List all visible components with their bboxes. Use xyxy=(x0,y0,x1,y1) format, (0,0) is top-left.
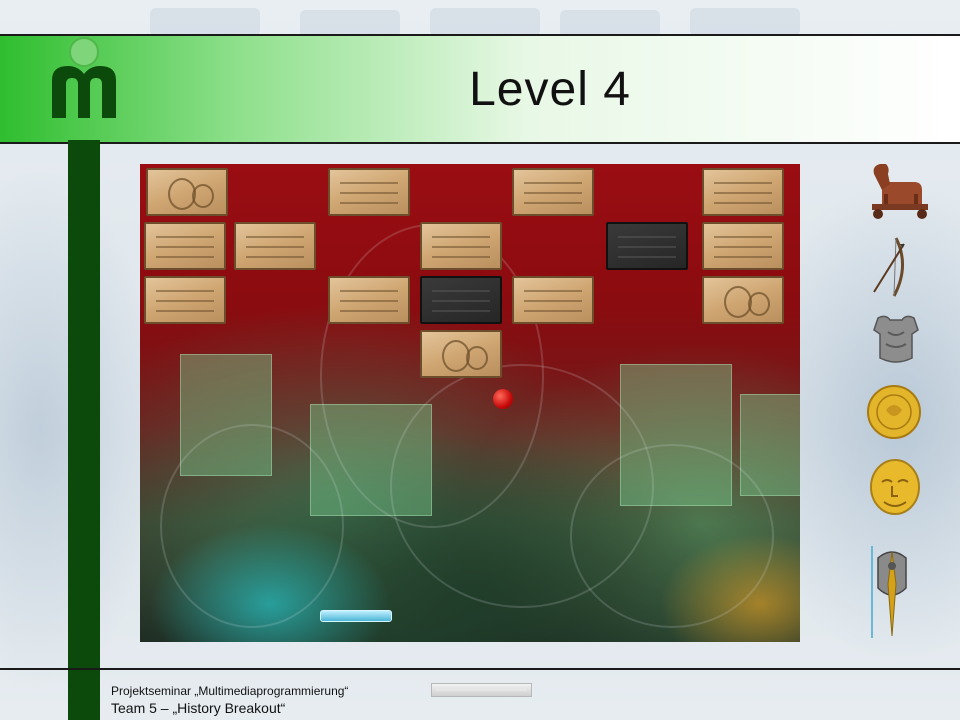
brick[interactable] xyxy=(512,276,594,324)
trojan-horse-icon xyxy=(864,160,932,222)
brick-texture-line xyxy=(340,300,398,302)
brick-texture-line xyxy=(156,290,214,292)
brick[interactable] xyxy=(606,222,688,270)
smoke-swirl xyxy=(570,444,774,628)
brick[interactable] xyxy=(144,276,226,324)
brick[interactable] xyxy=(146,168,228,216)
brick[interactable] xyxy=(702,276,784,324)
brick-texture-line xyxy=(340,202,398,204)
brick-texture-line xyxy=(524,202,582,204)
footer-team-text: Team 5 – „History Breakout“ xyxy=(111,700,286,716)
game-area[interactable] xyxy=(140,164,800,642)
brick-texture-line xyxy=(524,290,582,292)
brick-texture-line xyxy=(246,236,304,238)
brick-texture-line xyxy=(156,310,214,312)
brick-texture-line xyxy=(714,256,772,258)
brick-texture-line xyxy=(340,310,398,312)
brick-texture-line xyxy=(714,202,772,204)
gold-coin-icon xyxy=(866,384,922,440)
brick-texture-line xyxy=(340,192,398,194)
footer-divider xyxy=(0,668,960,670)
brick-texture-line xyxy=(714,192,772,194)
brick-texture-line xyxy=(432,236,490,238)
brick-texture-line xyxy=(524,182,582,184)
bow-icon xyxy=(870,236,910,298)
brick[interactable] xyxy=(328,276,410,324)
brick-texture-line xyxy=(618,246,676,248)
brick-texture-line xyxy=(246,246,304,248)
brick[interactable] xyxy=(702,222,784,270)
brick[interactable] xyxy=(234,222,316,270)
brick-texture-line xyxy=(618,236,676,238)
relief-figure xyxy=(466,346,488,370)
brick-texture-line xyxy=(714,236,772,238)
brick-texture-line xyxy=(246,256,304,258)
brick-texture-line xyxy=(432,300,490,302)
background-tile xyxy=(690,8,800,36)
page-title: Level 4 xyxy=(469,63,631,116)
brick[interactable] xyxy=(420,222,502,270)
game-paddle[interactable] xyxy=(320,610,392,622)
background-tile xyxy=(150,8,260,36)
shield-sword-icon xyxy=(870,544,914,640)
brick-texture-line xyxy=(524,310,582,312)
brick-texture-line xyxy=(156,246,214,248)
brick-texture-line xyxy=(340,182,398,184)
brick-texture-line xyxy=(618,256,676,258)
brick[interactable] xyxy=(702,168,784,216)
relief-figure xyxy=(748,292,770,316)
footer-seminar-text: Projektseminar „Multimediaprogrammierung… xyxy=(111,684,349,698)
brick[interactable] xyxy=(512,168,594,216)
brick-texture-line xyxy=(156,256,214,258)
brick[interactable] xyxy=(420,330,502,378)
brick-texture-line xyxy=(432,290,490,292)
background-tile xyxy=(430,8,540,36)
smoke-swirl xyxy=(160,424,344,628)
gold-mask-icon xyxy=(868,458,922,516)
brick-texture-line xyxy=(156,236,214,238)
brick-texture-line xyxy=(432,246,490,248)
footer-progress-box xyxy=(431,683,532,697)
brick[interactable] xyxy=(328,168,410,216)
armor-icon xyxy=(872,312,920,366)
brick-texture-line xyxy=(432,310,490,312)
game-ball xyxy=(493,389,513,409)
brick-texture-line xyxy=(714,182,772,184)
brick-texture-line xyxy=(524,192,582,194)
side-pillar xyxy=(68,140,100,720)
relief-figure xyxy=(192,184,214,208)
brick-texture-line xyxy=(524,300,582,302)
brick[interactable] xyxy=(420,276,502,324)
brick-texture-line xyxy=(432,256,490,258)
brick-texture-line xyxy=(340,290,398,292)
brick-texture-line xyxy=(714,246,772,248)
brick[interactable] xyxy=(144,222,226,270)
brick-texture-line xyxy=(156,300,214,302)
